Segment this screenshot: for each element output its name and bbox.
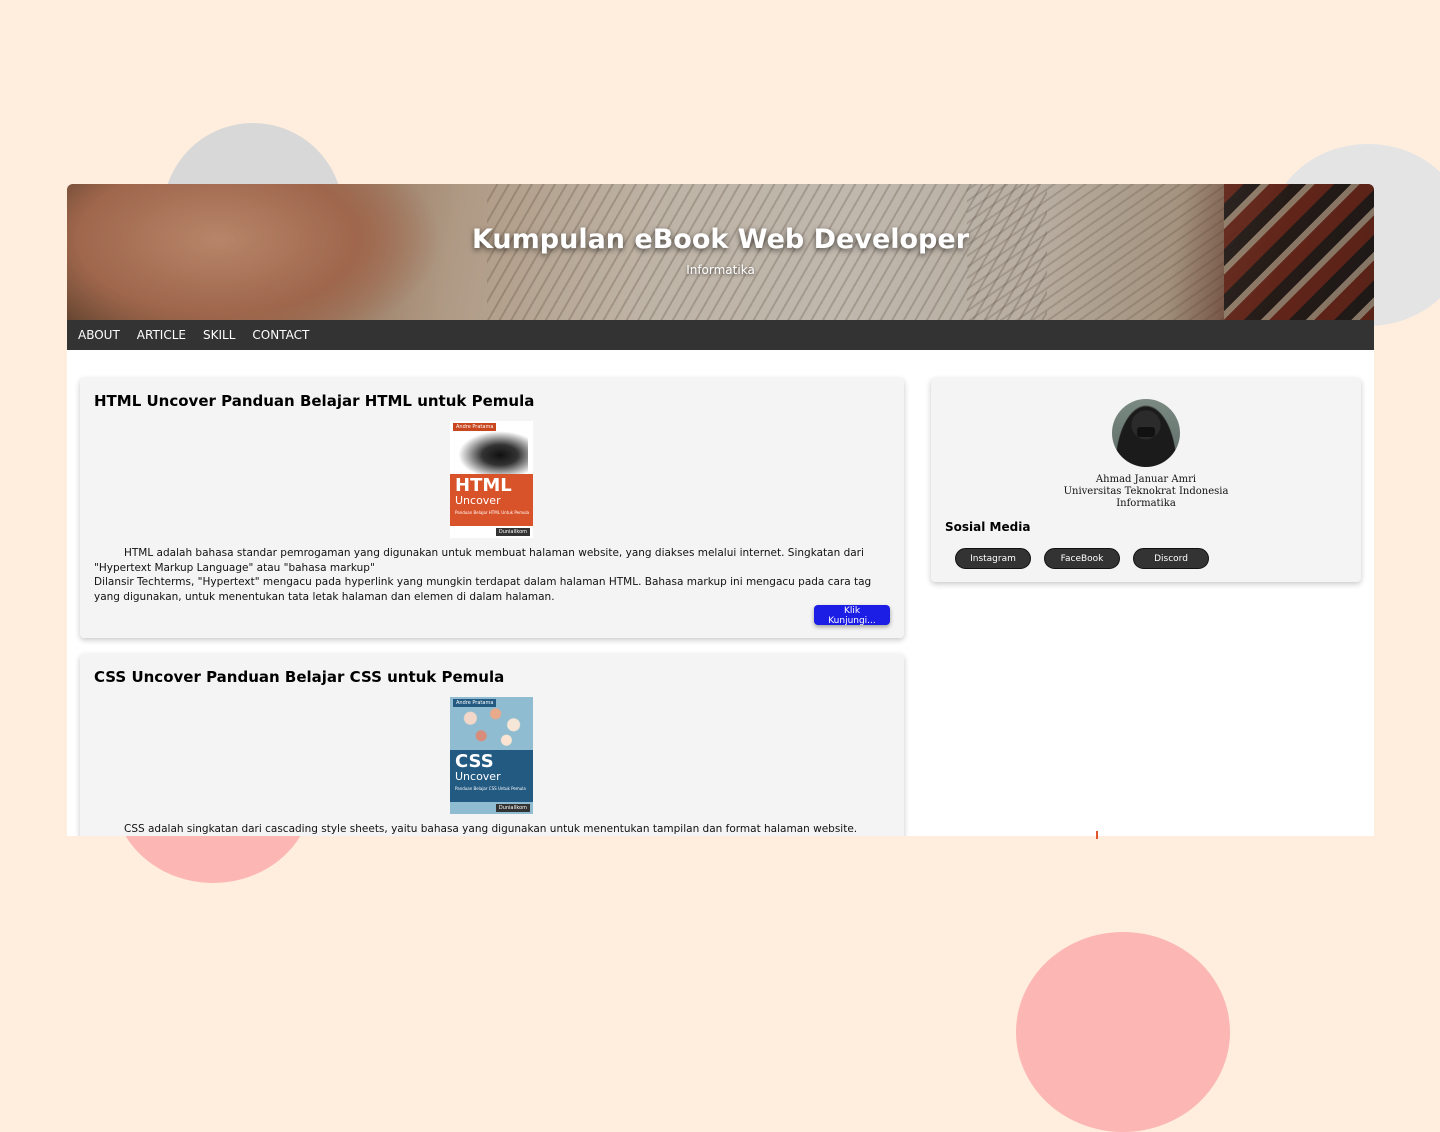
article-card-html: HTML Uncover Panduan Belajar HTML untuk … xyxy=(80,378,904,638)
cover-tagline: Panduan Belajar HTML Untuk Pemula xyxy=(455,510,530,515)
article-paragraph-1: CSS adalah singkatan dari cascading styl… xyxy=(124,823,858,835)
cover-subtitle: Uncover xyxy=(455,770,501,783)
profile-card: Ahmad Januar Amri Universitas Teknokrat … xyxy=(931,378,1361,582)
article-title: CSS Uncover Panduan Belajar CSS untuk Pe… xyxy=(94,668,505,686)
cover-author: Andre Pratama xyxy=(453,423,497,431)
main-content: HTML Uncover Panduan Belajar HTML untuk … xyxy=(67,184,1374,836)
book-cover-html: Andre Pratama HTML Uncover Panduan Belaj… xyxy=(450,421,533,538)
social-heading: Sosial Media xyxy=(945,520,1031,534)
instagram-button[interactable]: Instagram xyxy=(955,548,1031,569)
article-body: HTML adalah bahasa standar pemrogaman ya… xyxy=(94,546,890,604)
cover-splash xyxy=(458,431,528,479)
discord-button[interactable]: Discord xyxy=(1133,548,1209,569)
avatar xyxy=(1112,399,1180,467)
book-cover-css: Andre Pratama CSS Uncover Panduan Belaja… xyxy=(450,697,533,814)
text-cursor-mark xyxy=(1096,831,1098,839)
cover-shells xyxy=(456,705,528,749)
facebook-button[interactable]: FaceBook xyxy=(1044,548,1120,569)
cover-publisher: DuniaIlkom xyxy=(495,528,530,536)
cover-title: HTML xyxy=(455,475,512,496)
profile-name: Ahmad Januar Amri xyxy=(1095,474,1197,485)
profile-school: Universitas Teknokrat Indonesia xyxy=(1063,486,1229,497)
cover-title: CSS xyxy=(455,751,494,772)
cover-subtitle: Uncover xyxy=(455,494,501,507)
decorative-circle-pink-right xyxy=(1016,932,1230,1132)
cover-tagline: Panduan Belajar CSS Untuk Pemula xyxy=(455,786,526,791)
article-title: HTML Uncover Panduan Belajar HTML untuk … xyxy=(94,392,535,410)
cover-author: Andre Pratama xyxy=(453,699,497,707)
profile-major: Informatika xyxy=(1116,498,1176,509)
article-paragraph-2: Dilansir Techterms, "Hypertext" mengacu … xyxy=(94,576,872,603)
avatar-mask xyxy=(1137,427,1155,437)
article-body: CSS adalah singkatan dari cascading styl… xyxy=(94,822,890,836)
cover-publisher: DuniaIlkom xyxy=(495,804,530,812)
article-card-css: CSS Uncover Panduan Belajar CSS untuk Pe… xyxy=(80,654,904,836)
visit-button[interactable]: Klik Kunjungi... xyxy=(814,605,890,626)
article-paragraph-1: HTML adalah bahasa standar pemrogaman ya… xyxy=(94,547,864,574)
